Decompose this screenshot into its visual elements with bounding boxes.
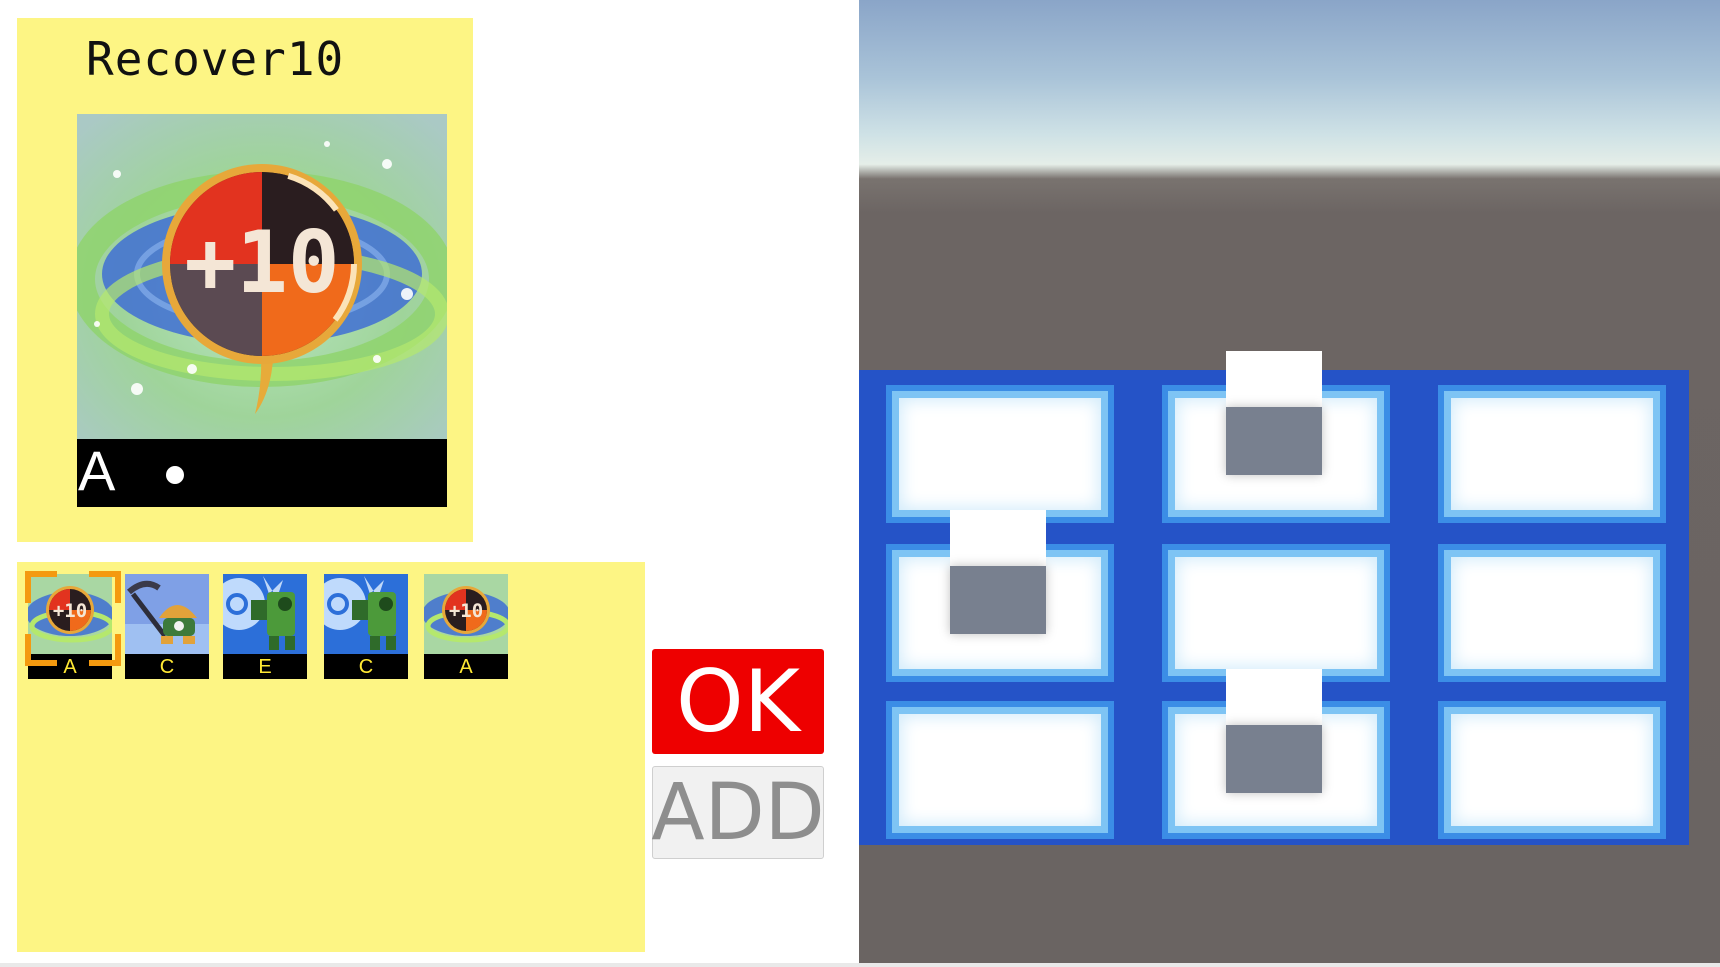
selection-cursor-corner — [25, 634, 57, 666]
obstacle-cube-top — [950, 510, 1046, 570]
selection-cursor-corner — [25, 571, 57, 603]
folder-chip-1[interactable]: +10 A — [25, 571, 121, 680]
selection-cursor-corner — [89, 634, 121, 666]
field-panel-r1c3[interactable] — [1438, 385, 1666, 523]
recover10-art-icon: +10 — [77, 114, 447, 439]
cannon-icon — [324, 574, 408, 654]
chip-art-recover10: +10 — [77, 114, 447, 439]
folder-chip-4[interactable]: C — [324, 574, 408, 680]
ok-button[interactable]: OK — [652, 649, 824, 754]
folder-chip-code: E — [223, 654, 307, 679]
chip-info-bar: A — [77, 439, 447, 507]
cannon-icon — [223, 574, 307, 654]
obstacle-cube — [1226, 407, 1322, 475]
svg-text:+10: +10 — [53, 600, 87, 622]
svg-text:+10: +10 — [449, 600, 483, 622]
mettaur-icon — [125, 574, 209, 654]
recover10-icon: +10 — [424, 574, 508, 654]
obstacle-cube — [950, 566, 1046, 634]
field-panel-r2c2[interactable] — [1162, 544, 1390, 682]
obstacle-cube-top — [1226, 669, 1322, 729]
battle-scene — [859, 0, 1720, 967]
obstacle-cube — [1226, 725, 1322, 793]
field-panel-r3c3[interactable] — [1438, 701, 1666, 839]
chip-code: A — [78, 439, 116, 502]
add-button[interactable]: ADD — [651, 766, 825, 859]
folder-chip-code: C — [324, 654, 408, 679]
folder-chip-5[interactable]: +10 A — [424, 574, 508, 680]
svg-text:+10: +10 — [184, 213, 339, 313]
chip-name: Recover10 — [86, 32, 345, 86]
folder-chip-2[interactable]: C — [125, 574, 209, 680]
bottom-divider — [0, 963, 1720, 967]
folder-chip-code: C — [125, 654, 209, 679]
folder-chip-3[interactable]: E — [223, 574, 307, 680]
field-panel-r3c1[interactable] — [886, 701, 1114, 839]
chip-folder-panel: +10 A C E C +10 A — [17, 562, 645, 952]
chip-element-dot — [166, 466, 184, 484]
ok-button-label: OK — [675, 651, 801, 752]
chip-preview-panel: Recover10 +10 A — [17, 18, 473, 542]
add-button-label: ADD — [651, 767, 825, 858]
selection-cursor-corner — [89, 571, 121, 603]
field-panel-r1c1[interactable] — [886, 385, 1114, 523]
field-panel-r2c3[interactable] — [1438, 544, 1666, 682]
folder-chip-code: A — [424, 654, 508, 679]
obstacle-cube-top — [1226, 351, 1322, 411]
